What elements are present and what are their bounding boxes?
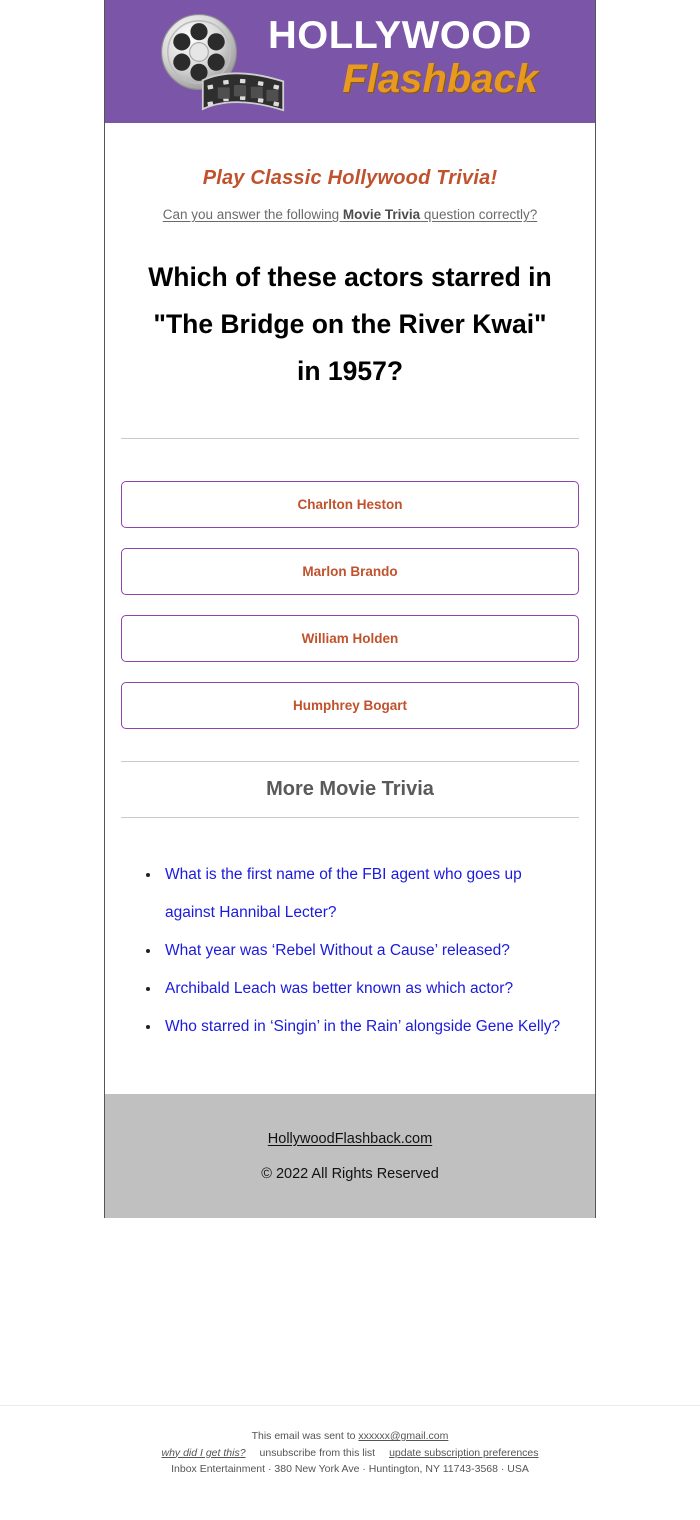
legal-recipient-email[interactable]: xxxxxx@gmail.com [358,1430,448,1442]
unsubscribe-link[interactable]: unsubscribe from this list [260,1447,376,1459]
answer-option-4[interactable]: Humphrey Bogart [121,682,579,729]
legal-links-row: why did I get this? unsubscribe from this… [0,1445,700,1462]
subhead-emphasis: Movie Trivia [342,207,421,222]
legal-footer: This email was sent to xxxxxx@gmail.com … [0,1428,700,1478]
brand-logo-line2: Flashback [342,56,538,101]
more-trivia-list: What is the first name of the FBI agent … [105,818,595,1046]
trivia-link-4[interactable]: Who starred in ‘Singin’ in the Rain’ alo… [165,1018,560,1035]
list-item: What is the first name of the FBI agent … [161,856,569,932]
answer-option-1[interactable]: Charlton Heston [121,481,579,528]
legal-postal-address: Inbox Entertainment · 380 New York Ave ·… [171,1463,529,1475]
trivia-link-1[interactable]: What is the first name of the FBI agent … [165,866,522,921]
more-trivia-title: More Movie Trivia [266,778,434,800]
email-footer: HollywoodFlashback.com © 2022 All Rights… [105,1094,595,1218]
subhead-prefix: Can you answer the following [162,207,343,222]
promo-headline: Play Classic Hollywood Trivia! [202,167,498,189]
list-item: Archibald Leach was better known as whic… [161,970,569,1008]
update-preferences-link[interactable]: update subscription preferences [389,1447,538,1459]
brand-logo-text: HOLLYWOOD Flashback [268,14,540,101]
list-item: What year was ‘Rebel Without a Cause’ re… [161,932,569,970]
email-body: Play Classic Hollywood Trivia! Can you a… [105,123,595,1094]
list-item: Who starred in ‘Singin’ in the Rain’ alo… [161,1008,569,1046]
legal-divider [0,1405,700,1406]
why-did-i-get-this-link[interactable]: why did I get this? [161,1447,245,1459]
quiz-answer-list: Charlton Heston Marlon Brando William Ho… [105,439,595,729]
quiz-question: Which of these actors starred in "The Br… [148,262,552,386]
trivia-link-3[interactable]: Archibald Leach was better known as whic… [165,980,513,997]
email-card: HOLLYWOOD Flashback Play Classic Hollywo… [104,0,596,1218]
promo-subheadline: Can you answer the following Movie Trivi… [105,190,595,222]
brand-logo-line1: HOLLYWOOD [268,13,532,57]
legal-sent-to-prefix: This email was sent to [251,1430,359,1442]
trivia-link-2[interactable]: What year was ‘Rebel Without a Cause’ re… [165,942,510,959]
answer-option-2[interactable]: Marlon Brando [121,548,579,595]
footer-website-link[interactable]: HollywoodFlashback.com [268,1131,432,1147]
brand-logo: HOLLYWOOD Flashback [160,7,540,117]
legal-sent-to: This email was sent to xxxxxx@gmail.com [0,1428,700,1445]
answer-option-3[interactable]: William Holden [121,615,579,662]
email-header-banner: HOLLYWOOD Flashback [105,0,595,123]
footer-copyright: © 2022 All Rights Reserved [261,1166,439,1182]
body-bottom-spacer [105,1046,595,1088]
subhead-suffix: question correctly? [420,207,538,222]
